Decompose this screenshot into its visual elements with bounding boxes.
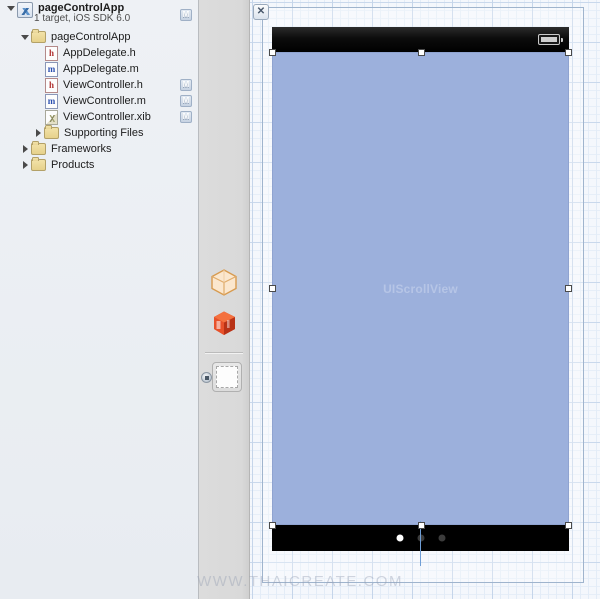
status-badge-modified: M bbox=[180, 111, 192, 123]
view-object-chip-inner bbox=[216, 366, 238, 388]
uiscrollview[interactable]: UIScrollView bbox=[272, 52, 569, 525]
navigator-item-label: Frameworks bbox=[51, 143, 112, 155]
navigator-item-label: AppDelegate.m bbox=[63, 63, 139, 75]
navigator-row-project[interactable]: pageControlApp 1 target, iOS SDK 6.0 M bbox=[0, 0, 198, 29]
first-responder-cube-icon[interactable] bbox=[207, 306, 241, 340]
navigator-row-viewcontroller-h[interactable]: h ViewController.h M bbox=[0, 77, 198, 93]
placeholder-cube-outline-icon[interactable] bbox=[207, 265, 241, 299]
folder-icon bbox=[44, 125, 59, 139]
cube-solid-svg bbox=[214, 311, 235, 335]
navigator-row-products[interactable]: Products bbox=[0, 157, 198, 173]
page-dot-active[interactable] bbox=[396, 534, 403, 542]
selection-handle-middle-left[interactable] bbox=[269, 285, 276, 292]
disclosure-triangle-closed-icon[interactable] bbox=[19, 159, 31, 171]
project-navigator[interactable]: pageControlApp 1 target, iOS SDK 6.0 M p… bbox=[0, 0, 199, 599]
project-subtitle-label: 1 target, iOS SDK 6.0 bbox=[34, 13, 131, 24]
method-file-icon: m bbox=[45, 93, 58, 109]
header-file-icon: h bbox=[45, 45, 58, 61]
disclosure-triangle-open-icon[interactable] bbox=[19, 31, 31, 43]
navigator-item-label: AppDelegate.h bbox=[63, 47, 136, 59]
selection-handle-bottom-left[interactable] bbox=[269, 522, 276, 529]
folder-icon bbox=[31, 141, 46, 155]
navigator-item-label: ViewController.xib bbox=[63, 111, 151, 123]
cube-outline-svg bbox=[211, 269, 237, 296]
navigator-row-supporting-files[interactable]: Supporting Files bbox=[0, 125, 198, 141]
xcode-window: pageControlApp 1 target, iOS SDK 6.0 M p… bbox=[0, 0, 600, 599]
view-object-radio[interactable] bbox=[201, 372, 212, 383]
selection-handle-middle-right[interactable] bbox=[565, 285, 572, 292]
status-badge-modified: M bbox=[180, 95, 192, 107]
method-file-icon: m bbox=[45, 61, 58, 77]
status-badge-modified: M bbox=[180, 79, 192, 91]
selection-handle-bottom-right[interactable] bbox=[565, 522, 572, 529]
close-icon[interactable]: ✕ bbox=[253, 4, 269, 20]
view-object-chip[interactable] bbox=[212, 362, 242, 392]
navigator-row-viewcontroller-m[interactable]: m ViewController.m M bbox=[0, 93, 198, 109]
status-badge-modified: M bbox=[180, 9, 192, 21]
xcode-project-icon bbox=[17, 2, 33, 18]
disclosure-triangle-open-icon[interactable] bbox=[5, 2, 17, 14]
selection-handle-bottom-center[interactable] bbox=[418, 522, 425, 529]
selection-handle-top-center[interactable] bbox=[418, 49, 425, 56]
disclosure-triangle-closed-icon[interactable] bbox=[32, 127, 44, 139]
header-file-icon: h bbox=[45, 77, 58, 93]
device-preview[interactable]: UIScrollView bbox=[269, 27, 572, 566]
uiscrollview-label: UIScrollView bbox=[383, 281, 458, 296]
folder-icon bbox=[31, 157, 46, 171]
battery-icon bbox=[538, 34, 563, 45]
navigator-item-label: ViewController.m bbox=[63, 95, 146, 107]
xib-file-icon bbox=[45, 109, 58, 125]
disclosure-triangle-closed-icon[interactable] bbox=[19, 143, 31, 155]
page-dot-inactive[interactable] bbox=[438, 534, 445, 542]
navigator-row-appdelegate-m[interactable]: m AppDelegate.m bbox=[0, 61, 198, 77]
navigator-item-label: pageControlApp bbox=[51, 31, 131, 43]
navigator-item-label: ViewController.h bbox=[63, 79, 143, 91]
interface-builder-canvas[interactable]: ✕ UIScrollView bbox=[250, 0, 600, 599]
navigator-row-appdelegate-h[interactable]: h AppDelegate.h bbox=[0, 45, 198, 61]
navigator-row-frameworks[interactable]: Frameworks bbox=[0, 141, 198, 157]
dock-divider bbox=[205, 352, 243, 354]
navigator-row-group-pagecontrolapp[interactable]: pageControlApp bbox=[0, 29, 198, 45]
navigator-row-viewcontroller-xib[interactable]: ViewController.xib M bbox=[0, 109, 198, 125]
navigator-item-label: Supporting Files bbox=[64, 127, 144, 139]
interface-builder-dock[interactable] bbox=[199, 0, 250, 599]
folder-icon bbox=[31, 29, 46, 43]
selection-handle-top-left[interactable] bbox=[269, 49, 276, 56]
selection-handle-top-right[interactable] bbox=[565, 49, 572, 56]
navigator-item-label: Products bbox=[51, 159, 95, 171]
